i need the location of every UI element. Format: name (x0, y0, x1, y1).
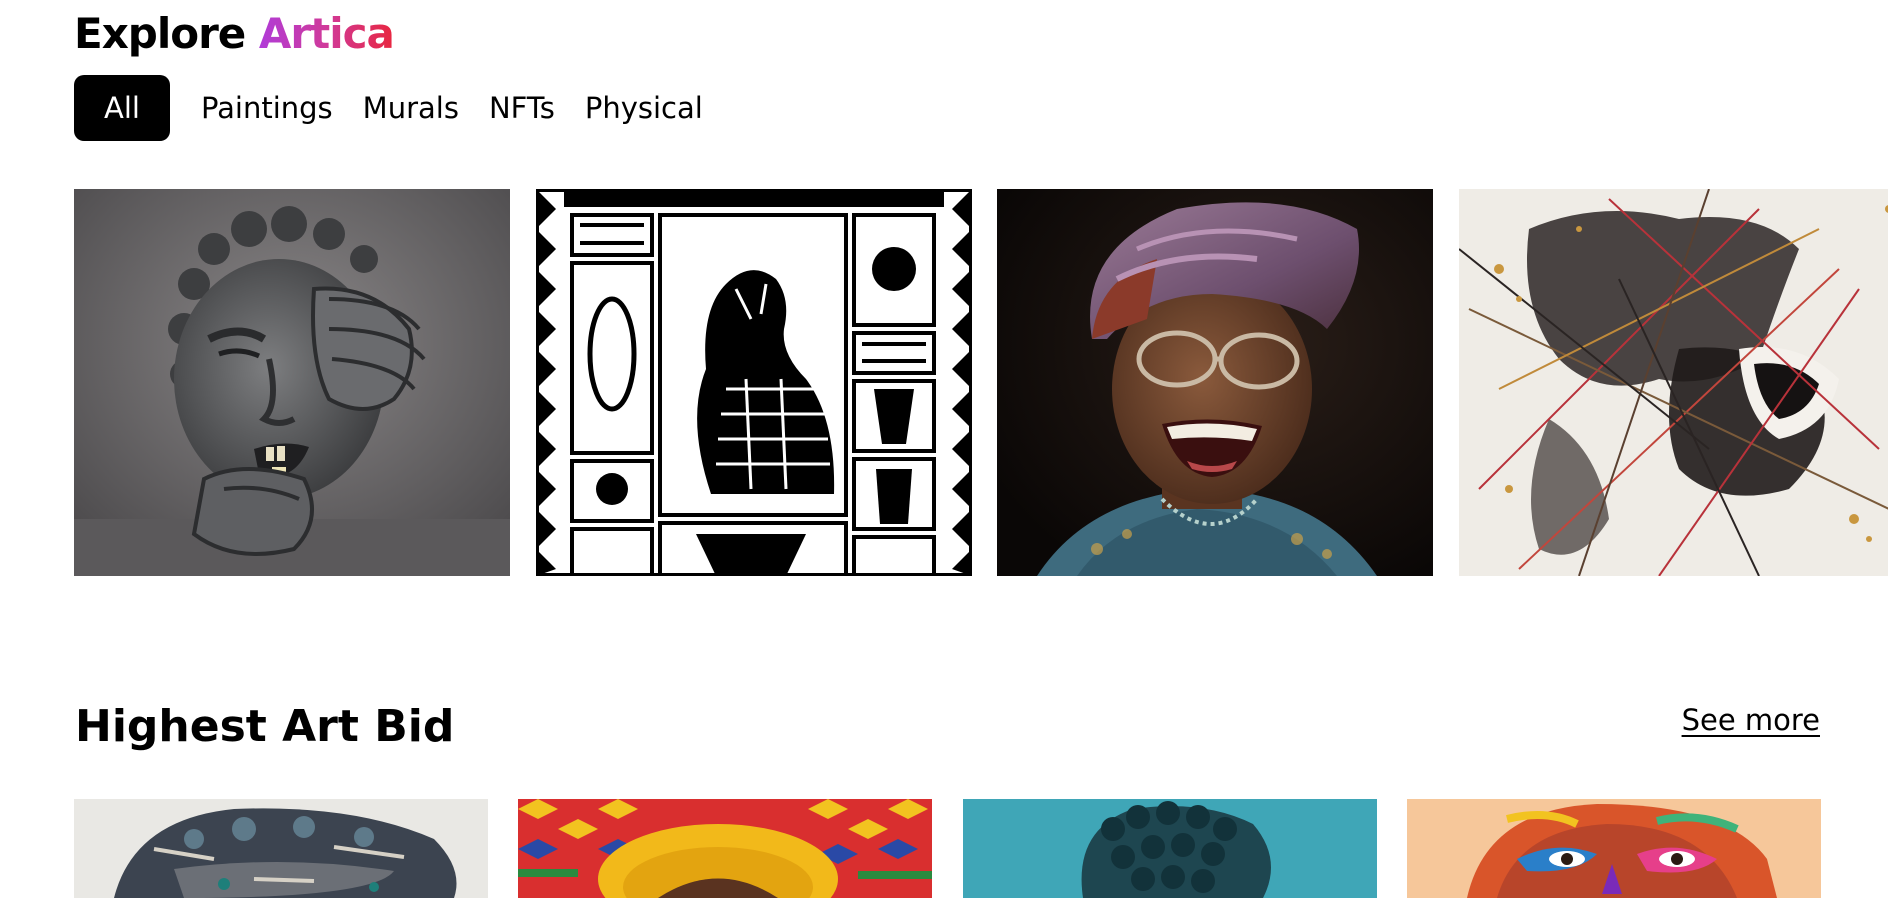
see-more-link[interactable]: See more (1682, 700, 1820, 740)
artwork-card-laughing-elder[interactable] (997, 189, 1433, 576)
highest-bid-grid (74, 799, 1821, 898)
category-tabs: All Paintings Murals NFTs Physical (74, 75, 718, 141)
artwork-image (963, 799, 1377, 898)
bid-card-textured-portrait[interactable] (74, 799, 488, 898)
tab-all[interactable]: All (74, 75, 170, 141)
tab-physical[interactable]: Physical (570, 75, 718, 141)
artwork-image (74, 189, 510, 576)
bid-card-colorful-portrait[interactable] (1407, 799, 1821, 898)
artwork-image (997, 189, 1433, 576)
artwork-card-clay-sculpture[interactable] (74, 189, 510, 576)
brand-accent: Artica (258, 9, 395, 58)
brand-prefix: Explore (74, 9, 246, 58)
artwork-image (1459, 189, 1888, 576)
section-title-highest-bid: Highest Art Bid (75, 701, 455, 752)
artwork-image (1407, 799, 1821, 898)
bid-card-teal-braids[interactable] (963, 799, 1377, 898)
artwork-image (536, 189, 972, 576)
artwork-image (518, 799, 932, 898)
artwork-card-linocut-panther[interactable] (536, 189, 972, 576)
tab-paintings[interactable]: Paintings (186, 75, 348, 141)
tab-nfts[interactable]: NFTs (474, 75, 570, 141)
bid-card-kente-hat[interactable] (518, 799, 932, 898)
artwork-card-ink-portrait[interactable] (1459, 189, 1888, 576)
brand-logo[interactable]: Explore Artica (74, 8, 395, 60)
explore-gallery (74, 189, 1888, 576)
tab-murals[interactable]: Murals (348, 75, 474, 141)
artwork-image (74, 799, 488, 898)
